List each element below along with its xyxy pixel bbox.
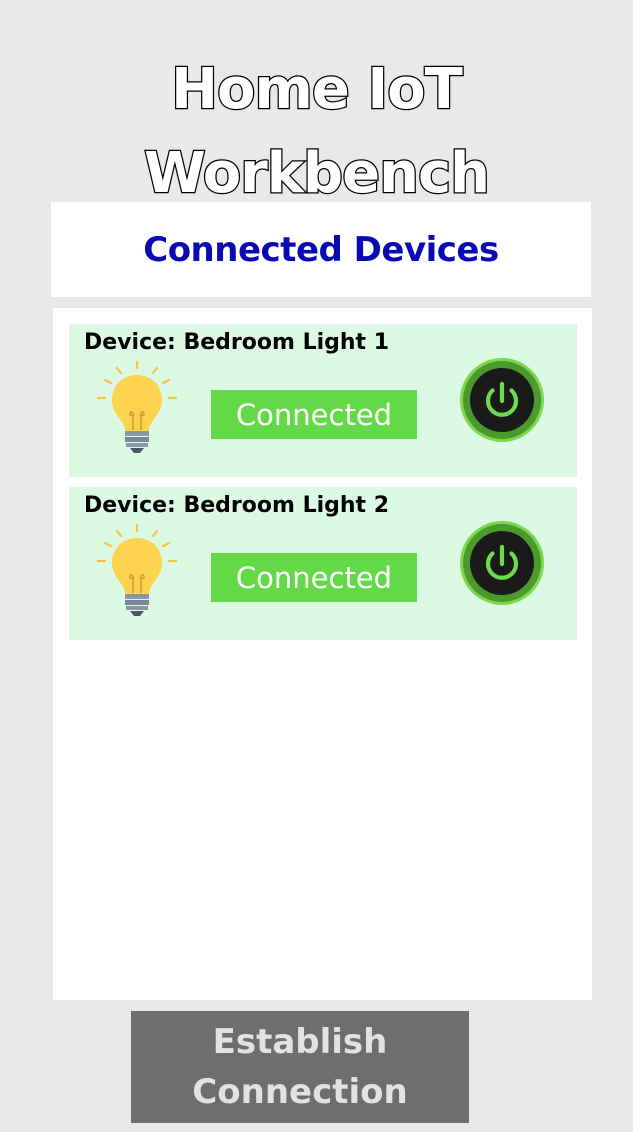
power-button[interactable] — [459, 357, 545, 443]
establish-connection-button[interactable]: Establish Connection — [131, 1011, 469, 1123]
app-title: Home IoT Workbench — [0, 48, 633, 216]
light-bulb-icon — [96, 360, 178, 453]
status-badge: Connected — [211, 390, 417, 439]
light-bulb-icon — [96, 523, 178, 616]
power-button[interactable] — [459, 520, 545, 606]
section-title: Connected Devices — [143, 229, 499, 270]
app-title-line-1: Home IoT — [170, 55, 464, 123]
device-list: Device: Bedroom Light 1 Connected Device… — [53, 308, 592, 1000]
connect-button-line-1: Establish — [212, 1022, 388, 1062]
device-name: Device: Bedroom Light 1 — [84, 330, 390, 355]
status-badge: Connected — [211, 553, 417, 602]
device-card: Device: Bedroom Light 1 Connected — [69, 324, 577, 477]
connected-devices-header: Connected Devices — [51, 202, 591, 297]
device-card: Device: Bedroom Light 2 Connected — [69, 487, 577, 640]
connect-button-line-2: Connection — [192, 1072, 408, 1112]
device-name: Device: Bedroom Light 2 — [84, 493, 390, 518]
